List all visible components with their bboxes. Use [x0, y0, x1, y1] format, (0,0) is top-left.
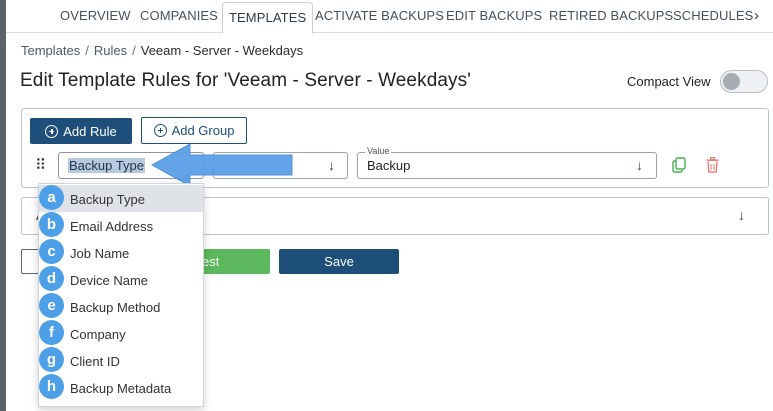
- tab-bar: OVERVIEW COMPANIES TEMPLATES ACTIVATE BA…: [6, 0, 773, 34]
- tab-templates[interactable]: TEMPLATES: [222, 2, 314, 34]
- plus-circle-icon: [45, 124, 59, 138]
- left-rail: [0, 0, 6, 411]
- tab-edit-backups[interactable]: EDIT BACKUPS: [446, 8, 542, 23]
- annotation-badge: a: [39, 185, 64, 210]
- tab-schedules[interactable]: SCHEDULES: [673, 8, 753, 23]
- annotation-badge: c: [39, 239, 64, 264]
- annotation-badge: b: [39, 212, 64, 237]
- breadcrumb-current: Veeam - Server - Weekdays: [140, 43, 304, 58]
- breadcrumb: Templates / Rules / Veeam - Server - Weekday…: [21, 43, 303, 58]
- save-button[interactable]: Save: [279, 249, 399, 274]
- page-title: Edit Template Rules for 'Veeam - Server …: [20, 70, 471, 91]
- copy-rule-icon[interactable]: [672, 157, 686, 173]
- annotation-badge: f: [39, 320, 64, 345]
- add-rule-button[interactable]: Add Rule: [30, 118, 132, 144]
- tabs-scroll-right-icon[interactable]: ›: [754, 7, 759, 24]
- tab-activate-backups[interactable]: ACTIVATE BACKUPS: [315, 8, 444, 23]
- arrow-down-icon: ↓: [636, 157, 643, 173]
- add-group-label: Add Group: [171, 123, 235, 138]
- tab-retired-backups[interactable]: RETIRED BACKUPS: [549, 8, 673, 23]
- breadcrumb-separator: /: [132, 43, 136, 58]
- breadcrumb-rules[interactable]: Rules: [94, 43, 127, 58]
- field-dropdown-menu: Backup Type Email Address Job Name Devic…: [38, 183, 204, 407]
- arrow-down-icon: ↓: [738, 207, 745, 223]
- tab-overview[interactable]: OVERVIEW: [60, 8, 131, 23]
- arrow-down-icon: ↓: [328, 157, 335, 173]
- add-rule-label: Add Rule: [63, 123, 117, 139]
- annotation-badge: h: [39, 374, 64, 399]
- rule-value-text: Backup: [367, 158, 411, 173]
- compact-view-label: Compact View: [627, 74, 711, 89]
- value-field-legend: Value: [365, 146, 392, 156]
- annotation-badge: e: [39, 293, 64, 318]
- rule-field-value: Backup Type: [68, 158, 145, 173]
- breadcrumb-separator: /: [85, 43, 89, 58]
- plus-circle-icon: [153, 124, 167, 137]
- drag-handle-icon[interactable]: ⠿: [35, 156, 46, 174]
- test-button-label: est: [202, 254, 220, 269]
- annotation-badge: d: [39, 266, 64, 291]
- annotation-badge: g: [39, 347, 64, 372]
- toggle-knob: [723, 73, 740, 90]
- delete-rule-icon[interactable]: [706, 157, 719, 173]
- breadcrumb-templates[interactable]: Templates: [21, 43, 80, 58]
- compact-view-toggle[interactable]: [720, 70, 768, 93]
- tab-companies[interactable]: COMPANIES: [140, 8, 218, 23]
